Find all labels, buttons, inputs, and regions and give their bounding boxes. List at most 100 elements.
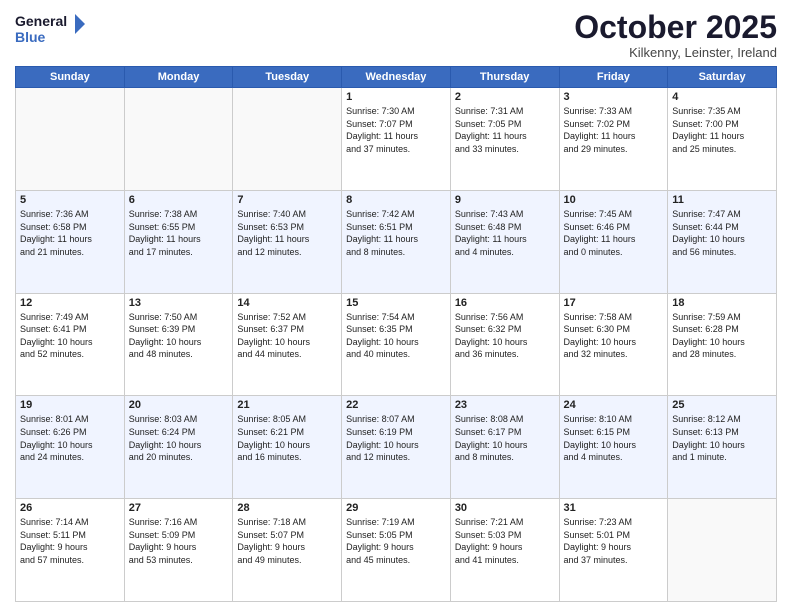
page: General Blue October 2025 Kilkenny, Lein…	[0, 0, 792, 612]
day-number: 20	[129, 399, 229, 411]
title-block: October 2025 Kilkenny, Leinster, Ireland	[574, 10, 777, 60]
weekday-header: Monday	[124, 67, 233, 88]
day-info: Sunrise: 7:54 AM Sunset: 6:35 PM Dayligh…	[346, 311, 446, 361]
calendar-cell: 13 Sunrise: 7:50 AM Sunset: 6:39 PM Dayli…	[124, 293, 233, 396]
day-number: 7	[237, 194, 337, 206]
calendar-cell: 7 Sunrise: 7:40 AM Sunset: 6:53 PM Daylig…	[233, 190, 342, 293]
day-info: Sunrise: 7:49 AM Sunset: 6:41 PM Dayligh…	[20, 311, 120, 361]
day-number: 19	[20, 399, 120, 411]
day-number: 27	[129, 502, 229, 514]
day-number: 13	[129, 297, 229, 309]
calendar-cell: 6 Sunrise: 7:38 AM Sunset: 6:55 PM Daylig…	[124, 190, 233, 293]
calendar-cell: 5 Sunrise: 7:36 AM Sunset: 6:58 PM Daylig…	[16, 190, 125, 293]
calendar-cell: 19 Sunrise: 8:01 AM Sunset: 6:26 PM Dayli…	[16, 396, 125, 499]
calendar-cell: 12 Sunrise: 7:49 AM Sunset: 6:41 PM Dayli…	[16, 293, 125, 396]
day-info: Sunrise: 8:07 AM Sunset: 6:19 PM Dayligh…	[346, 413, 446, 463]
day-number: 5	[20, 194, 120, 206]
day-info: Sunrise: 7:18 AM Sunset: 5:07 PM Dayligh…	[237, 516, 337, 566]
calendar-cell: 15 Sunrise: 7:54 AM Sunset: 6:35 PM Dayli…	[342, 293, 451, 396]
calendar-week-row: 19 Sunrise: 8:01 AM Sunset: 6:26 PM Dayli…	[16, 396, 777, 499]
calendar-cell	[124, 88, 233, 191]
svg-text:Blue: Blue	[15, 29, 46, 45]
calendar-cell: 4 Sunrise: 7:35 AM Sunset: 7:00 PM Daylig…	[668, 88, 777, 191]
logo-svg: General Blue	[15, 10, 85, 48]
day-info: Sunrise: 7:36 AM Sunset: 6:58 PM Dayligh…	[20, 208, 120, 258]
day-number: 16	[455, 297, 555, 309]
calendar-cell: 21Sunrise: 8:05 AM Sunset: 6:21 PM Dayli…	[233, 396, 342, 499]
day-number: 29	[346, 502, 446, 514]
calendar-week-row: 5 Sunrise: 7:36 AM Sunset: 6:58 PM Daylig…	[16, 190, 777, 293]
day-info: Sunrise: 8:01 AM Sunset: 6:26 PM Dayligh…	[20, 413, 120, 463]
day-info: Sunrise: 7:56 AM Sunset: 6:32 PM Dayligh…	[455, 311, 555, 361]
calendar-cell: 3Sunrise: 7:33 AM Sunset: 7:02 PM Daylig…	[559, 88, 668, 191]
calendar-cell: 27 Sunrise: 7:16 AM Sunset: 5:09 PM Dayli…	[124, 499, 233, 602]
day-number: 12	[20, 297, 120, 309]
calendar-cell: 29 Sunrise: 7:19 AM Sunset: 5:05 PM Dayli…	[342, 499, 451, 602]
day-info: Sunrise: 8:12 AM Sunset: 6:13 PM Dayligh…	[672, 413, 772, 463]
calendar-cell: 8Sunrise: 7:42 AM Sunset: 6:51 PM Daylig…	[342, 190, 451, 293]
day-number: 11	[672, 194, 772, 206]
calendar-cell: 30 Sunrise: 7:21 AM Sunset: 5:03 PM Dayli…	[450, 499, 559, 602]
calendar-cell	[668, 499, 777, 602]
day-info: Sunrise: 7:38 AM Sunset: 6:55 PM Dayligh…	[129, 208, 229, 258]
calendar-cell: 2Sunrise: 7:31 AM Sunset: 7:05 PM Daylig…	[450, 88, 559, 191]
day-info: Sunrise: 7:16 AM Sunset: 5:09 PM Dayligh…	[129, 516, 229, 566]
weekday-header-row: SundayMondayTuesdayWednesdayThursdayFrid…	[16, 67, 777, 88]
day-info: Sunrise: 8:03 AM Sunset: 6:24 PM Dayligh…	[129, 413, 229, 463]
calendar-cell: 26 Sunrise: 7:14 AM Sunset: 5:11 PM Dayli…	[16, 499, 125, 602]
day-number: 10	[564, 194, 664, 206]
day-number: 25	[672, 399, 772, 411]
calendar-cell: 17 Sunrise: 7:58 AM Sunset: 6:30 PM Dayli…	[559, 293, 668, 396]
day-info: Sunrise: 7:14 AM Sunset: 5:11 PM Dayligh…	[20, 516, 120, 566]
logo: General Blue	[15, 10, 85, 48]
calendar-week-row: 26 Sunrise: 7:14 AM Sunset: 5:11 PM Dayli…	[16, 499, 777, 602]
day-number: 28	[237, 502, 337, 514]
day-info: Sunrise: 8:10 AM Sunset: 6:15 PM Dayligh…	[564, 413, 664, 463]
calendar-cell: 16 Sunrise: 7:56 AM Sunset: 6:32 PM Dayli…	[450, 293, 559, 396]
day-info: Sunrise: 7:43 AM Sunset: 6:48 PM Dayligh…	[455, 208, 555, 258]
day-info: Sunrise: 7:40 AM Sunset: 6:53 PM Dayligh…	[237, 208, 337, 258]
calendar-cell: 9 Sunrise: 7:43 AM Sunset: 6:48 PM Daylig…	[450, 190, 559, 293]
day-info: Sunrise: 7:45 AM Sunset: 6:46 PM Dayligh…	[564, 208, 664, 258]
weekday-header: Thursday	[450, 67, 559, 88]
day-info: Sunrise: 7:59 AM Sunset: 6:28 PM Dayligh…	[672, 311, 772, 361]
calendar-cell: 1 Sunrise: 7:30 AM Sunset: 7:07 PM Daylig…	[342, 88, 451, 191]
header: General Blue October 2025 Kilkenny, Lein…	[15, 10, 777, 60]
weekday-header: Saturday	[668, 67, 777, 88]
day-info: Sunrise: 7:58 AM Sunset: 6:30 PM Dayligh…	[564, 311, 664, 361]
day-number: 6	[129, 194, 229, 206]
day-number: 17	[564, 297, 664, 309]
day-number: 3	[564, 91, 664, 103]
day-number: 1	[346, 91, 446, 103]
day-info: Sunrise: 7:21 AM Sunset: 5:03 PM Dayligh…	[455, 516, 555, 566]
calendar-cell: 23Sunrise: 8:08 AM Sunset: 6:17 PM Dayli…	[450, 396, 559, 499]
day-number: 8	[346, 194, 446, 206]
calendar-cell: 10 Sunrise: 7:45 AM Sunset: 6:46 PM Dayli…	[559, 190, 668, 293]
day-number: 4	[672, 91, 772, 103]
day-info: Sunrise: 8:08 AM Sunset: 6:17 PM Dayligh…	[455, 413, 555, 463]
day-number: 9	[455, 194, 555, 206]
day-number: 26	[20, 502, 120, 514]
calendar-cell: 14Sunrise: 7:52 AM Sunset: 6:37 PM Dayli…	[233, 293, 342, 396]
day-number: 24	[564, 399, 664, 411]
day-info: Sunrise: 7:30 AM Sunset: 7:07 PM Dayligh…	[346, 105, 446, 155]
day-info: Sunrise: 7:35 AM Sunset: 7:00 PM Dayligh…	[672, 105, 772, 155]
day-number: 21	[237, 399, 337, 411]
day-number: 22	[346, 399, 446, 411]
day-info: Sunrise: 7:47 AM Sunset: 6:44 PM Dayligh…	[672, 208, 772, 258]
day-info: Sunrise: 7:50 AM Sunset: 6:39 PM Dayligh…	[129, 311, 229, 361]
day-info: Sunrise: 7:19 AM Sunset: 5:05 PM Dayligh…	[346, 516, 446, 566]
day-number: 30	[455, 502, 555, 514]
day-number: 18	[672, 297, 772, 309]
calendar-cell: 11 Sunrise: 7:47 AM Sunset: 6:44 PM Dayli…	[668, 190, 777, 293]
day-info: Sunrise: 7:52 AM Sunset: 6:37 PM Dayligh…	[237, 311, 337, 361]
calendar-cell: 24 Sunrise: 8:10 AM Sunset: 6:15 PM Dayli…	[559, 396, 668, 499]
calendar-cell: 20 Sunrise: 8:03 AM Sunset: 6:24 PM Dayli…	[124, 396, 233, 499]
weekday-header: Sunday	[16, 67, 125, 88]
calendar-cell: 31Sunrise: 7:23 AM Sunset: 5:01 PM Dayli…	[559, 499, 668, 602]
day-number: 15	[346, 297, 446, 309]
calendar-cell: 25 Sunrise: 8:12 AM Sunset: 6:13 PM Dayli…	[668, 396, 777, 499]
calendar: SundayMondayTuesdayWednesdayThursdayFrid…	[15, 66, 777, 602]
calendar-cell	[16, 88, 125, 191]
weekday-header: Wednesday	[342, 67, 451, 88]
